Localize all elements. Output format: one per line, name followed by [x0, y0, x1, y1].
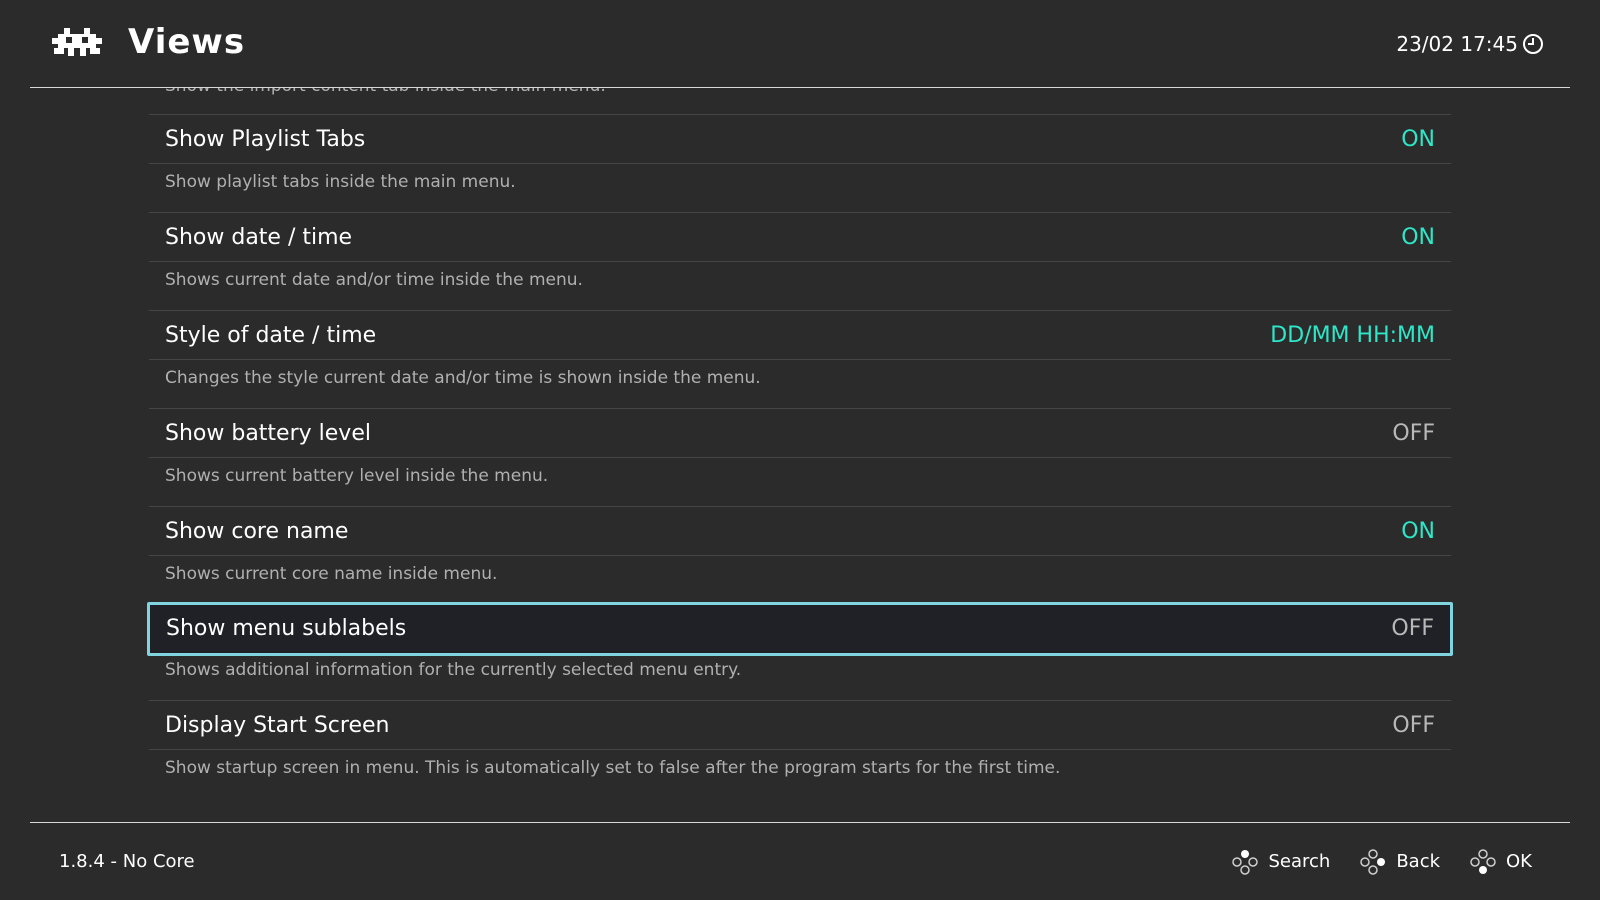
- entry-sublabel: Shows current core name inside menu.: [165, 564, 498, 584]
- retroarch-invader-icon: [52, 28, 102, 56]
- list-item[interactable]: Display Start Screen OFF Show startup scre…: [149, 700, 1451, 798]
- list-item[interactable]: Show Playlist Tabs ON Show playlist tabs i…: [149, 114, 1451, 212]
- entry-label: Display Start Screen: [165, 713, 390, 738]
- list-item[interactable]: Show battery level OFF Shows current batte…: [149, 408, 1451, 506]
- entry-sublabel: Changes the style current date and/or ti…: [165, 368, 761, 388]
- gamepad-button-bottom-icon: [1470, 849, 1496, 874]
- entry-label: Show date / time: [165, 225, 353, 250]
- entry-label: Show menu sublabels: [166, 616, 407, 641]
- footer-actions: Search Back OK: [1232, 847, 1532, 877]
- clock: 23/02 17:45: [1396, 28, 1544, 60]
- list-item[interactable]: Show date / time ON Shows current date and…: [149, 212, 1451, 310]
- back-action-label: Back: [1396, 851, 1441, 872]
- entry-label: Style of date / time: [165, 323, 377, 348]
- list-item-partial: Show the import content tab inside the m…: [149, 88, 1451, 114]
- settings-list-viewport[interactable]: Show the import content tab inside the m…: [0, 88, 1600, 822]
- entry-value[interactable]: OFF: [1391, 605, 1434, 653]
- entry-value[interactable]: ON: [1401, 213, 1435, 263]
- clock-text: 23/02 17:45: [1396, 32, 1518, 56]
- entry-row[interactable]: Show date / time ON: [149, 212, 1451, 262]
- list-item[interactable]: Show core name ON Shows current core name …: [149, 506, 1451, 604]
- entry-row[interactable]: Show Playlist Tabs ON: [149, 114, 1451, 164]
- entry-label: Show core name: [165, 519, 349, 544]
- entry-value[interactable]: DD/MM HH:MM: [1270, 311, 1435, 361]
- entry-sublabel: Shows current battery level inside the m…: [165, 466, 549, 486]
- entry-row[interactable]: Show core name ON: [149, 506, 1451, 556]
- settings-list: Show the import content tab inside the m…: [147, 88, 1453, 798]
- list-item[interactable]: Show menu sublabels OFF Shows additional i…: [147, 602, 1453, 700]
- version-label: 1.8.4 - No Core: [59, 851, 195, 872]
- footer: 1.8.4 - No Core Search Back OK: [0, 823, 1600, 900]
- back-action[interactable]: Back: [1360, 847, 1440, 877]
- gamepad-button-right-icon: [1360, 849, 1386, 875]
- entry-label: Show Playlist Tabs: [165, 127, 366, 152]
- entry-sublabel: Shows additional information for the cur…: [165, 660, 742, 680]
- entry-sublabel: Show playlist tabs inside the main menu.: [165, 172, 516, 192]
- ok-action-label: OK: [1506, 851, 1532, 872]
- header: Views 23/02 17:45: [0, 0, 1600, 86]
- ok-action[interactable]: OK: [1470, 847, 1532, 877]
- clock-icon: [1523, 34, 1543, 54]
- entry-row[interactable]: Display Start Screen OFF: [149, 700, 1451, 750]
- views-screen: Views 23/02 17:45 Show the import conten…: [0, 0, 1600, 900]
- entry-value[interactable]: ON: [1401, 507, 1435, 557]
- list-item[interactable]: Style of date / time DD/MM HH:MM Changes t…: [149, 310, 1451, 408]
- gamepad-button-top-icon: [1232, 850, 1259, 875]
- entry-sublabel: Show startup screen in menu. This is aut…: [165, 758, 1061, 778]
- page-title: Views: [128, 22, 246, 62]
- search-action[interactable]: Search: [1232, 847, 1330, 877]
- search-action-label: Search: [1268, 851, 1331, 872]
- entry-row[interactable]: Show battery level OFF: [149, 408, 1451, 458]
- entry-value[interactable]: ON: [1401, 115, 1435, 165]
- entry-label: Show battery level: [165, 421, 371, 446]
- entry-row[interactable]: Show menu sublabels OFF: [147, 602, 1453, 656]
- entry-value[interactable]: OFF: [1392, 701, 1435, 751]
- entry-value[interactable]: OFF: [1392, 409, 1435, 459]
- entry-sublabel: Show the import content tab inside the m…: [165, 88, 606, 98]
- entry-row[interactable]: Style of date / time DD/MM HH:MM: [149, 310, 1451, 360]
- entry-sublabel: Shows current date and/or time inside th…: [165, 270, 583, 290]
